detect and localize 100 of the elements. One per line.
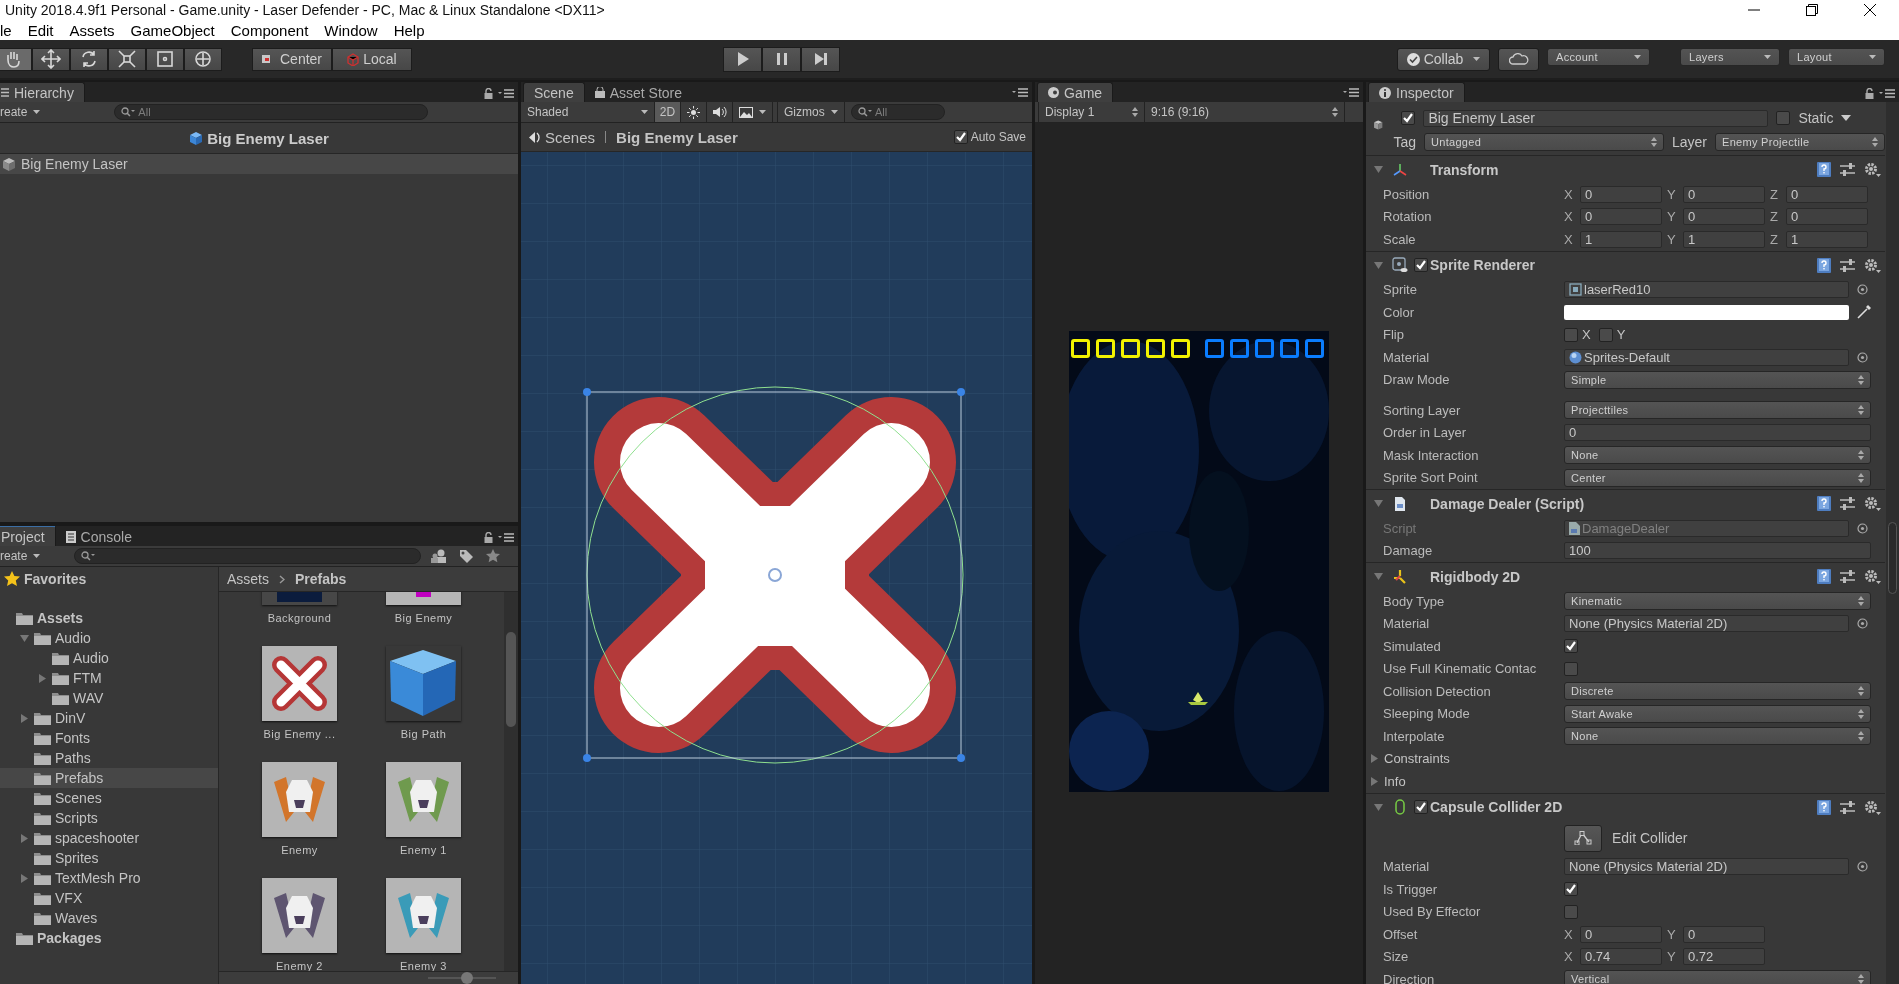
menu-item[interactable]: Help (393, 21, 425, 39)
scrollbar[interactable] (504, 592, 518, 971)
dropdown[interactable]: None (1564, 446, 1871, 465)
checkbox[interactable] (1776, 111, 1791, 125)
dropdown[interactable]: Simple (1564, 370, 1871, 389)
object-picker-icon[interactable] (1857, 861, 1868, 873)
search-field[interactable] (74, 548, 421, 564)
collapse-icon[interactable] (1374, 165, 1383, 174)
tree-item[interactable]: Audio (0, 648, 218, 668)
number-field[interactable]: 0.74 (1580, 948, 1662, 966)
tree-item[interactable]: TextMesh Pro (0, 868, 218, 888)
dropdown[interactable]: Projecttiles (1564, 401, 1871, 420)
number-field[interactable]: 1 (1580, 230, 1662, 248)
menu-icon[interactable] (1012, 88, 1028, 97)
component-title[interactable]: Capsule Collider 2D (1430, 799, 1563, 815)
tool-button[interactable] (0, 47, 32, 71)
eyedropper-icon[interactable] (1857, 305, 1871, 320)
component-title[interactable]: Transform (1430, 161, 1499, 178)
breadcrumb-item[interactable]: Prefabs (295, 571, 347, 587)
tree-item[interactable]: DinV (0, 708, 218, 728)
tool-button[interactable] (70, 47, 108, 71)
menu-item[interactable]: Window (324, 21, 378, 39)
tag-dropdown[interactable]: Untagged (1423, 133, 1664, 151)
play-button[interactable] (723, 46, 762, 72)
menu-item[interactable]: Edit (27, 21, 54, 39)
slider-thumb[interactable] (461, 972, 474, 984)
component-title[interactable]: Rigidbody 2D (1430, 568, 1521, 585)
search-field[interactable]: All (851, 104, 945, 120)
dropdown[interactable]: Kinematic (1564, 592, 1871, 611)
number-field[interactable]: 0 (1564, 424, 1871, 442)
lock-icon[interactable] (484, 532, 493, 543)
panel-tab[interactable]: Console (55, 527, 142, 546)
tool-button[interactable] (146, 47, 184, 71)
toggle-button[interactable]: Center (252, 47, 332, 71)
caret-icon[interactable] (1841, 115, 1852, 121)
checkbox[interactable] (1401, 111, 1416, 125)
dropdown[interactable]: None (1564, 727, 1871, 746)
component-title[interactable]: Damage Dealer (Script) (1430, 495, 1585, 512)
settings-icon[interactable] (1864, 257, 1881, 273)
panel-tab[interactable]: Hierarchy (0, 82, 85, 102)
settings-icon[interactable] (1864, 496, 1881, 511)
number-field[interactable]: 0 (1580, 185, 1662, 203)
object-field[interactable]: None (Physics Material 2D) (1564, 858, 1849, 876)
gizmos-dropdown[interactable]: Gizmos (777, 102, 845, 122)
checkbox[interactable] (1414, 258, 1428, 272)
checkbox[interactable] (1564, 904, 1578, 919)
pause-button[interactable] (762, 46, 801, 72)
panel-tab[interactable]: Asset Store (584, 83, 693, 102)
collapse-icon[interactable] (1374, 802, 1383, 812)
number-field[interactable]: 0 (1786, 185, 1868, 203)
panel-tab[interactable]: Game (1037, 82, 1114, 102)
expand-icon[interactable] (19, 873, 29, 883)
component-title[interactable]: Sprite Renderer (1430, 257, 1536, 273)
checkbox[interactable] (1564, 882, 1578, 897)
panel-tab[interactable]: Project (0, 526, 56, 546)
preset-icon[interactable] (1840, 799, 1855, 815)
expand-icon[interactable] (19, 833, 29, 843)
tree-item[interactable]: Scenes (0, 788, 218, 808)
menu-icon[interactable] (498, 89, 514, 98)
auto-save-toggle[interactable]: Auto Save (953, 130, 1026, 144)
tree-item[interactable]: Waves (0, 908, 218, 928)
number-field[interactable]: 0 (1683, 185, 1765, 203)
expand-icon[interactable] (37, 673, 47, 683)
object-picker-icon[interactable] (1857, 284, 1868, 296)
tree-item[interactable]: Scripts (0, 808, 218, 828)
step-button[interactable] (801, 46, 840, 72)
create-dropdown[interactable]: reate (0, 549, 45, 563)
number-field[interactable]: 0 (1580, 208, 1662, 226)
collab-button[interactable]: Collab (1397, 47, 1490, 71)
dropdown[interactable]: Account (1547, 47, 1650, 66)
tree-item[interactable]: Sprites (0, 848, 218, 868)
tag-icon[interactable] (459, 548, 474, 564)
ship-thumbnail[interactable] (262, 762, 337, 837)
preset-icon[interactable] (1840, 496, 1855, 511)
menu-item[interactable]: Component (230, 21, 309, 39)
number-field[interactable]: 0 (1683, 925, 1765, 943)
toggle-button[interactable]: Local (332, 47, 412, 71)
star-icon[interactable] (486, 549, 500, 563)
object-picker-icon[interactable] (1857, 351, 1868, 363)
menu-icon[interactable] (1879, 89, 1895, 98)
dropdown[interactable]: Layers (1680, 47, 1780, 66)
foldout[interactable]: Constraints (1370, 751, 1450, 767)
checkbox[interactable] (953, 130, 968, 144)
collapse-icon[interactable] (19, 633, 29, 643)
tree-item[interactable]: VFX (0, 888, 218, 908)
display-dropdown[interactable]: Display 1 (1038, 102, 1145, 122)
edit-collider-button[interactable] (1564, 824, 1602, 852)
tool-button[interactable] (184, 47, 222, 71)
lock-icon[interactable] (484, 88, 493, 99)
dropdown[interactable]: Start Awake (1564, 704, 1871, 723)
expand-icon[interactable] (19, 713, 29, 723)
filter-type-icon[interactable] (431, 549, 447, 563)
menu-icon[interactable] (1343, 88, 1359, 97)
preset-icon[interactable] (1840, 257, 1855, 273)
color-field[interactable] (1564, 304, 1849, 320)
checkbox[interactable] (1564, 639, 1578, 654)
menu-item[interactable]: Assets (69, 21, 115, 39)
lock-icon[interactable] (1865, 88, 1874, 99)
tool-button[interactable] (32, 47, 70, 71)
number-field[interactable]: 0 (1786, 208, 1868, 226)
